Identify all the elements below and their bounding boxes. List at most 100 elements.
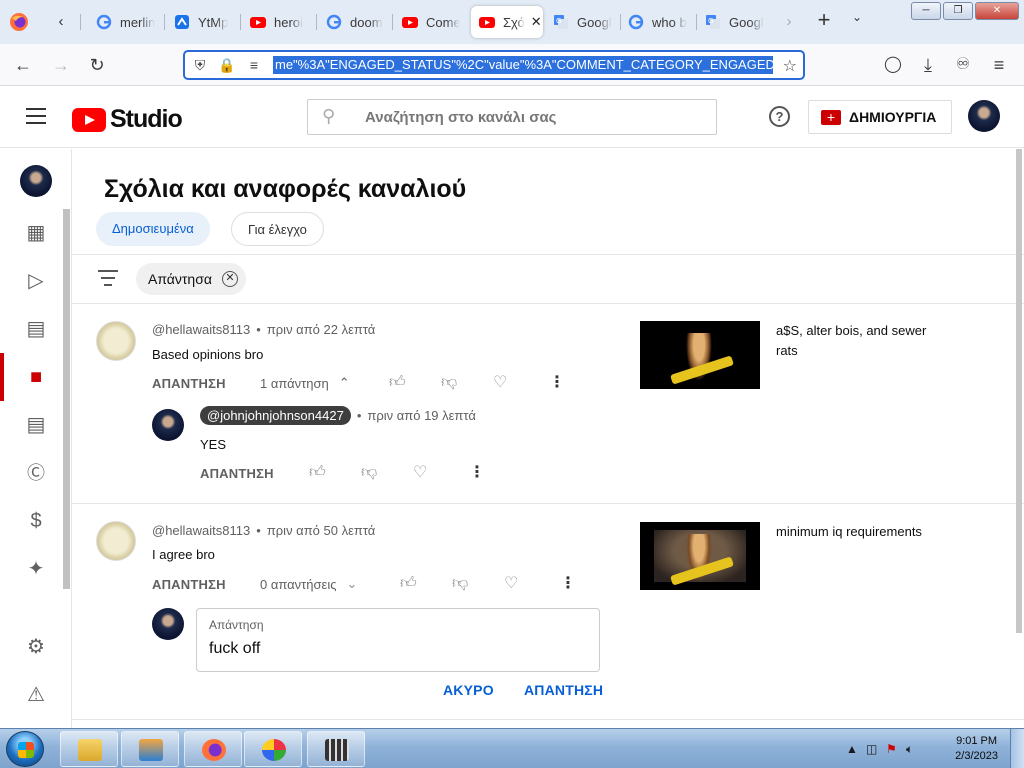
browser-tab-active[interactable]: Σχό ✕	[471, 6, 543, 38]
tab-held-for-review[interactable]: Για έλεγχο	[231, 212, 324, 246]
analytics-icon[interactable]: ▤	[24, 317, 48, 341]
comment-author[interactable]: @hellawaits8113	[152, 523, 250, 538]
reply-time[interactable]: πριν από 19 λεπτά	[367, 408, 476, 423]
browser-tab[interactable]: G Googl	[553, 6, 613, 38]
replies-toggle[interactable]: 1 απάντηση ⌃	[260, 373, 350, 393]
dislike-icon[interactable]: 👎︎	[441, 373, 457, 392]
taskbar-app[interactable]	[307, 731, 365, 767]
comment-time[interactable]: πριν από 22 λεπτά	[267, 322, 376, 337]
customization-icon[interactable]: ✦	[24, 557, 48, 581]
more-actions-icon[interactable]: ⋮	[469, 462, 485, 482]
reply-button[interactable]: ΑΠΑΝΤΗΣΗ	[152, 376, 226, 391]
volume-icon[interactable]: 🔈︎	[906, 742, 913, 757]
channel-search-input[interactable]: ⚲ Αναζήτηση στο κανάλι σας	[307, 99, 717, 135]
taskbar-app[interactable]	[60, 731, 118, 767]
browser-tab[interactable]: merlin	[96, 6, 160, 38]
heart-icon[interactable]: ♡	[413, 462, 427, 482]
reply-button[interactable]: ΑΠΑΝΤΗΣΗ	[152, 577, 226, 592]
close-window-icon[interactable]: ✕	[975, 2, 1019, 20]
firefox-menu-icon[interactable]	[9, 12, 29, 32]
hamburger-menu-icon[interactable]	[26, 108, 46, 124]
feedback-icon[interactable]: ⚠	[24, 683, 48, 707]
network-icon[interactable]: ◫	[866, 742, 877, 756]
video-thumbnail[interactable]	[640, 522, 760, 590]
like-icon[interactable]: 👍︎	[400, 574, 417, 593]
account-avatar[interactable]	[968, 100, 1000, 132]
action-center-icon[interactable]: ⚑	[886, 742, 897, 756]
show-hidden-icons-icon[interactable]: ▲	[846, 742, 858, 756]
browser-tab[interactable]: doom	[326, 6, 384, 38]
new-tab-icon[interactable]: +	[813, 9, 835, 32]
url-bar[interactable]: ⛨ 🔒 ≡ me"%3A"ENGAGED_STATUS"%2C"value"%3…	[183, 50, 805, 80]
tab-published[interactable]: Δημοσιευμένα	[96, 212, 210, 246]
taskbar-app[interactable]	[244, 731, 302, 767]
downloads-icon[interactable]: ⤓	[917, 54, 939, 76]
channel-avatar[interactable]	[20, 165, 52, 197]
replies-toggle[interactable]: 0 απαντήσεις ⌄	[260, 574, 357, 594]
earn-icon[interactable]: $	[24, 509, 48, 533]
sidebar-scrollbar[interactable]	[63, 209, 70, 589]
show-desktop-button[interactable]	[1010, 729, 1024, 768]
dislike-icon[interactable]: 👎︎	[452, 574, 468, 593]
main-scrollbar[interactable]	[1016, 149, 1022, 633]
reply-input-value[interactable]: fuck off	[209, 640, 260, 658]
remove-filter-icon[interactable]: ✕	[221, 271, 238, 287]
submit-reply-button[interactable]: ΑΠΑΝΤΗΣΗ	[524, 682, 603, 698]
url-text[interactable]: me"%3A"ENGAGED_STATUS"%2C"value"%3A"COMM…	[273, 56, 773, 74]
like-icon[interactable]: 👍︎	[309, 463, 326, 482]
video-title[interactable]: a$S, alter bois, and sewer rats	[776, 321, 936, 361]
reload-icon[interactable]: ↻	[86, 54, 108, 76]
cancel-button[interactable]: ΑΚΥΡΟ	[443, 682, 494, 698]
tab-close-icon[interactable]: ✕	[531, 14, 542, 30]
reply-author[interactable]: @johnjohnjohnson4427	[200, 406, 351, 425]
taskbar-app[interactable]	[121, 731, 179, 767]
commenter-avatar[interactable]	[96, 321, 136, 361]
heart-icon[interactable]: ♡	[504, 573, 518, 593]
filter-chip[interactable]: Απάντησα ✕	[136, 263, 246, 295]
lock-icon[interactable]: 🔒	[218, 56, 236, 74]
comment-author[interactable]: @hellawaits8113	[152, 322, 250, 337]
more-actions-icon[interactable]: ⋮	[560, 573, 576, 593]
subtitles-icon[interactable]: ▤	[24, 413, 48, 437]
browser-tab[interactable]: Come	[402, 6, 460, 38]
tracking-shield-icon[interactable]: ⛨	[191, 56, 209, 74]
browser-tab[interactable]: YtMp	[174, 6, 230, 38]
start-button[interactable]	[6, 731, 44, 767]
forward-icon[interactable]: →	[50, 54, 72, 76]
comment-time[interactable]: πριν από 50 λεπτά	[267, 523, 376, 538]
more-actions-icon[interactable]: ⋮	[549, 372, 565, 392]
browser-tab[interactable]: who b	[628, 6, 688, 38]
site-permissions-icon[interactable]: ≡	[245, 56, 263, 74]
dashboard-icon[interactable]: ▦	[24, 221, 48, 245]
settings-icon[interactable]: ⚙	[24, 635, 48, 659]
reply-button[interactable]: ΑΠΑΝΤΗΣΗ	[200, 466, 274, 481]
video-title[interactable]: minimum iq requirements	[776, 522, 936, 542]
minimize-icon[interactable]: ─	[911, 2, 941, 20]
browser-tab[interactable]: heroi	[250, 6, 306, 38]
tab-scroll-right-icon[interactable]: ›	[778, 11, 800, 33]
content-icon[interactable]: ▷	[24, 269, 48, 293]
dislike-icon[interactable]: 👎︎	[361, 463, 377, 482]
help-icon[interactable]: ?	[769, 106, 790, 127]
studio-logo[interactable]: Studio	[72, 105, 183, 134]
create-button[interactable]: + ΔΗΜΙΟΥΡΓΙΑ	[808, 100, 952, 134]
video-thumbnail[interactable]	[640, 321, 760, 389]
reply-avatar[interactable]	[152, 409, 184, 441]
comments-icon[interactable]: ■	[24, 365, 48, 389]
back-icon[interactable]: ←	[12, 54, 34, 76]
extensions-icon[interactable]: ♾	[952, 54, 974, 76]
like-icon[interactable]: 👍︎	[389, 373, 406, 392]
reply-input[interactable]: Απάντηση fuck off	[196, 608, 600, 672]
copyright-icon[interactable]: Ⓒ	[24, 461, 48, 485]
clock[interactable]: 9:01 PM 2/3/2023	[955, 734, 998, 764]
browser-tab[interactable]: G Googl	[705, 6, 769, 38]
app-menu-icon[interactable]: ≡	[988, 54, 1010, 76]
bookmark-star-icon[interactable]: ☆	[783, 56, 797, 76]
taskbar-app[interactable]	[184, 731, 242, 767]
tab-scroll-left-icon[interactable]: ‹	[50, 11, 72, 33]
tab-list-icon[interactable]: ⌄	[852, 10, 862, 24]
filter-icon[interactable]	[98, 270, 118, 286]
commenter-avatar[interactable]	[96, 521, 136, 561]
heart-icon[interactable]: ♡	[493, 372, 507, 392]
pocket-icon[interactable]: ◯	[882, 54, 904, 76]
